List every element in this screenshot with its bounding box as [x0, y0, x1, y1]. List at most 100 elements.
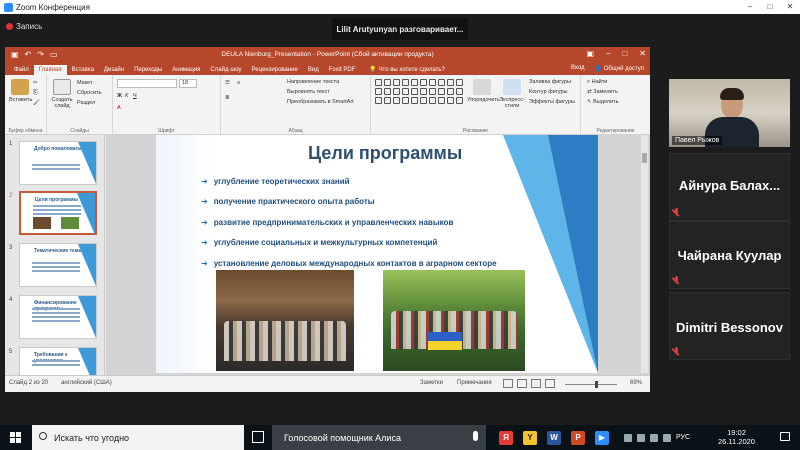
ppt-maximize-button[interactable]: □ — [622, 49, 627, 58]
person-icon: 👤 — [594, 66, 603, 72]
taskbar-clock[interactable]: 19:02 26.11.2020 — [718, 428, 755, 446]
tab-home[interactable]: Главная — [33, 65, 67, 75]
slideshow-view-icon[interactable] — [545, 379, 555, 388]
powerpoint-icon[interactable]: P — [566, 425, 590, 450]
zoom-slider-thumb[interactable] — [595, 381, 598, 388]
select-button[interactable]: ↖ Выделить — [587, 99, 619, 105]
volume-icon[interactable] — [663, 433, 671, 442]
task-view-icon[interactable] — [252, 431, 264, 443]
slide-thumbnail-2[interactable]: Цели программы — [19, 191, 97, 235]
notification-icon[interactable] — [780, 432, 790, 441]
find-button[interactable]: ⌕ Найти — [587, 79, 607, 86]
shape-effects-button[interactable]: Эффекты фигуры — [529, 99, 575, 105]
recording-indicator[interactable]: Запись — [6, 22, 42, 31]
network-icon[interactable] — [637, 433, 645, 442]
language-indicator[interactable]: РУС — [676, 434, 690, 441]
shape-fill-button[interactable]: Заливка фигуры — [529, 79, 571, 85]
slide-thumbnail-5[interactable]: Требования к участникам — [19, 347, 97, 375]
scrollbar-thumb[interactable] — [642, 153, 647, 163]
reading-view-icon[interactable] — [531, 379, 541, 388]
participant-tile[interactable]: Dimitri Bessonov — [669, 292, 790, 360]
word-icon[interactable]: W — [542, 425, 566, 450]
font-name-input[interactable] — [117, 79, 177, 88]
slide-thumbnail-4[interactable]: Финансирование программы — [19, 295, 97, 339]
tab-review[interactable]: Рецензирование — [247, 65, 303, 75]
ppt-minimize-button[interactable]: – — [606, 49, 610, 58]
alice-assistant[interactable]: Голосовой помощник Алиса — [272, 425, 486, 450]
zoom-slider[interactable] — [565, 381, 617, 388]
maximize-button[interactable]: □ — [760, 0, 780, 14]
quick-styles-button[interactable]: Экспресс-стили — [499, 79, 525, 109]
underline-icon[interactable]: Ч — [133, 93, 137, 99]
current-slide[interactable]: Цели программы ➔ углубление теоретических… — [156, 135, 598, 373]
language-indicator[interactable]: английский (США) — [61, 380, 112, 386]
ppt-close-button[interactable]: ✕ — [639, 49, 646, 58]
tab-animation[interactable]: Анимация — [167, 65, 205, 75]
arrange-button[interactable]: Упорядочить — [467, 79, 500, 103]
bullets-icon[interactable]: ☰ — [225, 80, 230, 86]
editor-scrollbar[interactable] — [641, 135, 648, 373]
notes-button[interactable]: Заметки — [420, 380, 443, 386]
format-painter-icon[interactable]: 🖌 — [33, 100, 40, 106]
reset-button[interactable]: Сбросить — [77, 90, 101, 96]
ppt-title-bar: ▣ ↶ ↷ ▭ DEULA Nienburg_Presentation - Po… — [5, 47, 650, 62]
text-direction-button[interactable]: Направление текста — [287, 79, 339, 85]
copy-icon[interactable]: ⎘ — [33, 90, 37, 97]
font-color-icon[interactable]: A — [117, 105, 121, 111]
new-slide-button[interactable]: Создать слайд — [49, 79, 75, 109]
muted-mic-icon — [673, 276, 681, 285]
slide-title[interactable]: Цели программы — [308, 143, 462, 164]
comments-button[interactable]: Примечания — [457, 380, 492, 386]
align-text-button[interactable]: Выровнять текст — [287, 89, 330, 95]
zoom-app-icon[interactable]: ▶ — [590, 425, 614, 450]
normal-view-icon[interactable] — [503, 379, 513, 388]
layout-button[interactable]: Макет — [77, 80, 93, 86]
shape-outline-button[interactable]: Контур фигуры — [529, 89, 567, 95]
align-left-icon[interactable]: ≣ — [225, 95, 230, 101]
login-link[interactable]: Вход — [571, 65, 585, 72]
yandex-icon[interactable]: Я — [494, 425, 518, 450]
section-button[interactable]: Раздел — [77, 100, 95, 106]
battery-icon[interactable] — [650, 433, 658, 442]
close-button[interactable]: ✕ — [780, 0, 800, 14]
smartart-button[interactable]: Преобразовать в SmartArt — [287, 99, 354, 105]
tab-design[interactable]: Дизайн — [99, 65, 129, 75]
italic-icon[interactable]: К — [125, 93, 128, 99]
paragraph-group: ☰ ≡ Направление текста Выровнять текст П… — [221, 75, 371, 135]
tab-foxit[interactable]: Foxit PDF — [324, 65, 361, 75]
group-photo-outdoor[interactable] — [383, 270, 525, 371]
thumb-title: Тематические темы — [34, 248, 83, 254]
paste-button[interactable]: Вставить — [9, 79, 32, 103]
speaking-banner: Lilit Arutyunyan разговаривает... — [332, 18, 468, 40]
bold-icon[interactable]: Ж — [117, 93, 122, 99]
taskbar-search[interactable]: Искать что угодно — [32, 425, 244, 450]
tell-me-box[interactable]: 💡 Что вы хотите сделать? — [364, 64, 449, 75]
slide-thumbnail-3[interactable]: Тематические темы — [19, 243, 97, 287]
slide-thumbnail-1[interactable]: Добро пожаловать! — [19, 141, 97, 185]
numbering-icon[interactable]: ≡ — [237, 80, 240, 86]
tab-slideshow[interactable]: Слайд-шоу — [205, 65, 246, 75]
thumb-photo — [61, 217, 79, 229]
clipboard-group: Вставить ✂ ⎘ 🖌 Буфер обмена — [5, 75, 47, 135]
tab-transitions[interactable]: Переходы — [129, 65, 167, 75]
participant-video[interactable]: Павел Рыжов — [669, 79, 790, 147]
share-button[interactable]: 👤 Общий доступ — [595, 65, 644, 72]
slide-bullet-list[interactable]: ➔ углубление теоретических знаний ➔ получе… — [201, 171, 497, 274]
shapes-gallery[interactable] — [375, 79, 464, 105]
participant-tile[interactable]: Айнура Балах... — [669, 153, 790, 221]
tab-insert[interactable]: Вставка — [67, 65, 99, 75]
cut-icon[interactable]: ✂ — [33, 80, 38, 86]
replace-button[interactable]: ⇄ Заменить — [587, 89, 618, 95]
yandex-browser-icon[interactable]: Y — [518, 425, 542, 450]
participant-tile[interactable]: Чайрана Куулар — [669, 221, 790, 289]
tray-arrow-icon[interactable] — [624, 433, 632, 442]
ribbon-options-icon[interactable]: ▣ — [586, 49, 594, 58]
group-photo-indoor[interactable] — [216, 270, 354, 371]
tab-view[interactable]: Вид — [303, 65, 324, 75]
sorter-view-icon[interactable] — [517, 379, 527, 388]
minimize-button[interactable]: – — [740, 0, 760, 14]
windows-start-icon[interactable] — [10, 432, 21, 443]
tab-file[interactable]: Файл — [9, 65, 34, 75]
zoom-percent[interactable]: 69% — [630, 380, 642, 386]
font-size-input[interactable]: 18 — [179, 79, 197, 88]
